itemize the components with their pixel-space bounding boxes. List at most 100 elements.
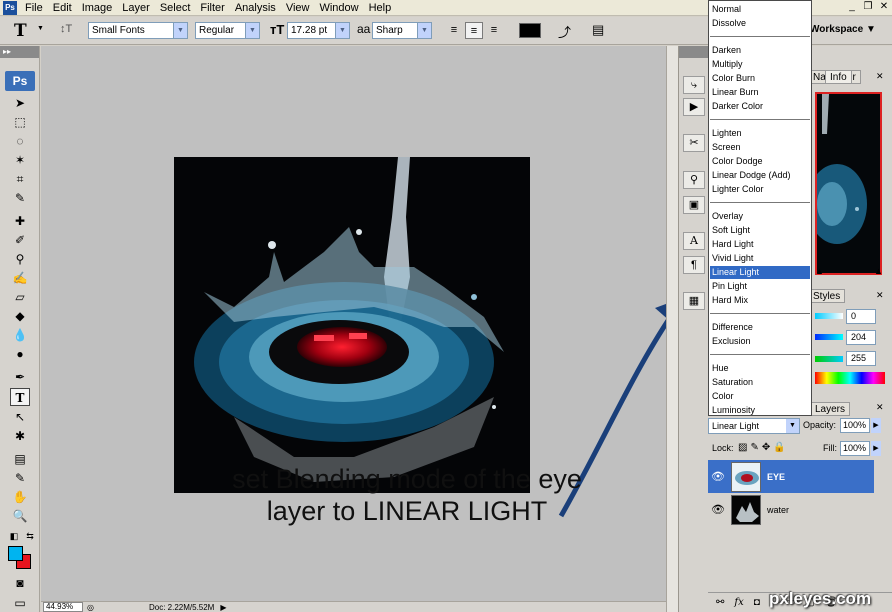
zoom-in-icon[interactable]: ▲ — [874, 266, 883, 276]
notes-tool-icon[interactable]: ▤ — [10, 450, 30, 468]
tab-styles[interactable]: Styles — [808, 289, 846, 303]
tab-layers[interactable]: Layers — [810, 402, 851, 416]
status-menu-icon[interactable]: ◎ — [87, 603, 94, 612]
menu-analysis[interactable]: Analysis — [230, 1, 281, 15]
brush-tool-icon[interactable]: ✐ — [10, 231, 30, 249]
warp-text-icon[interactable]: ⤴ — [558, 22, 571, 41]
menu-filter[interactable]: Filter — [195, 1, 229, 15]
vertical-scrollbar[interactable] — [666, 46, 678, 612]
blend-mode-select[interactable]: Linear Light ▼ — [708, 418, 800, 434]
blend-option-hard-mix[interactable]: Hard Mix — [710, 294, 810, 307]
paint-bucket-tool-icon[interactable]: ◆ — [10, 307, 30, 325]
font-style-select[interactable]: Regular ▼ — [195, 22, 260, 39]
blend-option-linear-dodge[interactable]: Linear Dodge (Add) — [710, 169, 810, 182]
blend-option-lighten[interactable]: Lighten — [710, 127, 810, 140]
visibility-eye-icon[interactable]: 👁 — [708, 503, 728, 516]
quick-mask-icon[interactable]: ◙ — [10, 574, 30, 592]
menu-file[interactable]: File — [20, 1, 48, 15]
clone-stamp-tool-icon[interactable]: ⚲ — [10, 250, 30, 268]
menu-view[interactable]: View — [281, 1, 315, 15]
dodge-tool-icon[interactable]: ● — [10, 345, 30, 363]
align-left-icon[interactable]: ≡ — [445, 22, 463, 39]
blend-option-darker-color[interactable]: Darker Color — [710, 100, 810, 113]
restore-icon[interactable]: ❐ — [862, 1, 874, 13]
layer-comps-panel-icon[interactable]: ▣ — [683, 196, 705, 214]
layer-row-water[interactable]: 👁 water — [708, 493, 874, 526]
menu-image[interactable]: Image — [77, 1, 118, 15]
zoom-out-icon[interactable]: ▲ — [815, 266, 824, 276]
eyedropper-sample-tool-icon[interactable]: ✎ — [10, 469, 30, 487]
minimize-icon[interactable]: _ — [846, 1, 858, 13]
blend-option-color-burn[interactable]: Color Burn — [710, 72, 810, 85]
blur-tool-icon[interactable]: 💧 — [10, 326, 30, 344]
workspace-button[interactable]: Workspace ▼ — [810, 24, 876, 35]
brushes-panel-icon[interactable]: ▦ — [683, 292, 705, 310]
blend-option-dissolve[interactable]: Dissolve — [710, 17, 810, 30]
fx-icon[interactable]: fx — [734, 597, 743, 608]
crop-tool-icon[interactable]: ⌗ — [10, 170, 30, 188]
path-selection-tool-icon[interactable]: ↖ — [10, 408, 30, 426]
color-spectrum-bar[interactable] — [815, 372, 885, 384]
history-panel-icon[interactable]: ⤷ — [683, 76, 705, 94]
blend-option-multiply[interactable]: Multiply — [710, 58, 810, 71]
navigator-thumbnail[interactable] — [815, 92, 882, 275]
tab-info[interactable]: Info — [825, 70, 852, 84]
blend-option-difference[interactable]: Difference — [710, 321, 810, 334]
blend-option-color[interactable]: Color — [710, 390, 810, 403]
paragraph-panel-icon[interactable]: ¶ — [683, 256, 705, 274]
fill-arrow-icon[interactable]: ▶ — [871, 441, 881, 456]
blend-option-linear-burn[interactable]: Linear Burn — [710, 86, 810, 99]
fill-field[interactable]: 100% — [840, 441, 870, 456]
hand-tool-icon[interactable]: ✋ — [10, 488, 30, 506]
type-tool-icon[interactable]: T — [14, 21, 27, 41]
foreground-color-swatch[interactable] — [8, 546, 23, 561]
custom-shape-tool-icon[interactable]: ✱ — [10, 427, 30, 445]
screen-mode-icon[interactable]: ▭ — [10, 594, 30, 612]
opacity-field[interactable]: 100% — [840, 418, 870, 433]
blend-option-overlay[interactable]: Overlay — [710, 210, 810, 223]
align-center-icon[interactable]: ≡ — [465, 22, 483, 39]
close-icon[interactable]: ✕ — [876, 71, 884, 82]
blue-slider-ramp[interactable] — [815, 356, 843, 362]
lock-icons[interactable]: ▨✎✥🔒 — [738, 442, 789, 453]
green-slider-ramp[interactable] — [815, 334, 843, 340]
eyedropper-tool-icon[interactable]: ✎ — [10, 189, 30, 207]
blend-option-hue[interactable]: Hue — [710, 362, 810, 375]
history-brush-tool-icon[interactable]: ✍ — [10, 269, 30, 287]
swap-colors-icon[interactable]: ⇆ — [20, 527, 40, 545]
red-slider-ramp[interactable] — [815, 313, 843, 319]
text-orientation-icon[interactable]: ↕T — [60, 23, 72, 35]
link-icon[interactable]: ⚯ — [716, 597, 724, 608]
marquee-tool-icon[interactable]: ⬚ — [10, 113, 30, 131]
character-panel-icon[interactable]: A — [683, 232, 705, 250]
lasso-tool-icon[interactable]: ◌ — [10, 132, 30, 150]
magic-wand-tool-icon[interactable]: ✶ — [10, 151, 30, 169]
font-size-select[interactable]: 17.28 pt ▼ — [287, 22, 350, 39]
align-right-icon[interactable]: ≡ — [485, 22, 503, 39]
blend-mode-dropdown[interactable]: Normal Dissolve Darken Multiply Color Bu… — [708, 0, 812, 416]
close-icon[interactable]: ✕ — [876, 290, 884, 301]
blend-option-normal[interactable]: Normal — [710, 3, 810, 16]
blend-option-lighter-color[interactable]: Lighter Color — [710, 183, 810, 196]
tool-preset-chevron-icon[interactable]: ▼ — [37, 25, 44, 32]
zoom-field[interactable]: 44.93% — [43, 602, 83, 612]
menu-window[interactable]: Window — [314, 1, 363, 15]
eraser-tool-icon[interactable]: ▱ — [10, 288, 30, 306]
clone-source-panel-icon[interactable]: ⚲ — [683, 171, 705, 189]
blend-option-hard-light[interactable]: Hard Light — [710, 238, 810, 251]
tool-presets-panel-icon[interactable]: ✂ — [683, 134, 705, 152]
blend-option-pin-light[interactable]: Pin Light — [710, 280, 810, 293]
blend-option-linear-light[interactable]: Linear Light — [710, 266, 810, 279]
antialias-select[interactable]: Sharp ▼ — [372, 22, 432, 39]
tools-panel-header[interactable]: ▸▸ — [0, 46, 39, 58]
green-value-field[interactable]: 204 — [846, 330, 876, 345]
blend-option-exclusion[interactable]: Exclusion — [710, 335, 810, 348]
close-icon[interactable]: ✕ — [878, 1, 890, 13]
blend-option-soft-light[interactable]: Soft Light — [710, 224, 810, 237]
blend-option-saturation[interactable]: Saturation — [710, 376, 810, 389]
menu-layer[interactable]: Layer — [117, 1, 155, 15]
menu-help[interactable]: Help — [364, 1, 397, 15]
red-value-field[interactable]: 0 — [846, 309, 876, 324]
menu-edit[interactable]: Edit — [48, 1, 77, 15]
dock-header[interactable] — [679, 46, 708, 58]
